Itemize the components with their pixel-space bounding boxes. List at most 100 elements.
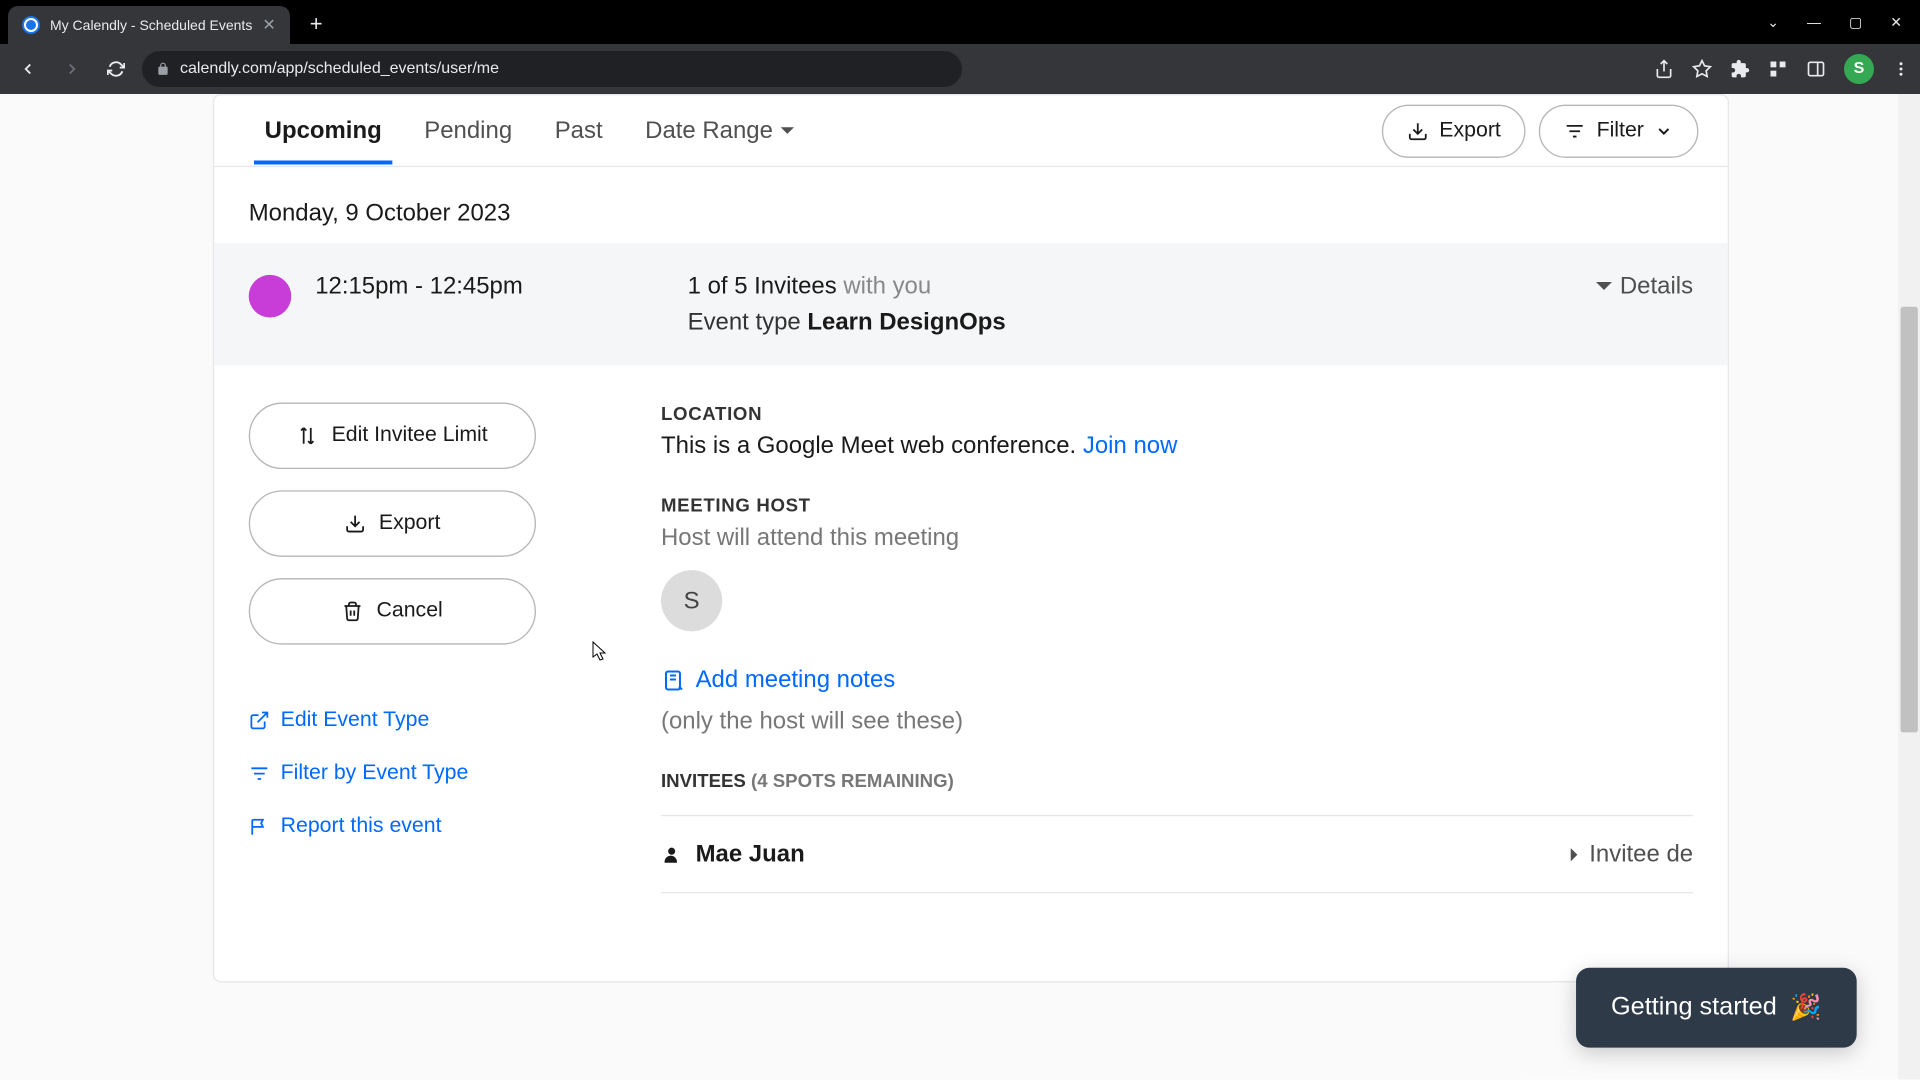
actions-column: Edit Invitee Limit Export Cancel Edit Ev… [249, 403, 661, 928]
export-icon [344, 513, 365, 534]
arrows-vertical-icon [297, 425, 318, 446]
add-notes-link[interactable]: Add meeting notes [661, 666, 1693, 694]
export-label: Export [1439, 119, 1501, 143]
edit-invitee-limit-button[interactable]: Edit Invitee Limit [249, 403, 536, 470]
invitees-heading: INVITEES (4 SPOTS REMAINING) [661, 770, 1693, 791]
caret-right-icon [1568, 847, 1581, 860]
extension-icon[interactable] [1730, 59, 1750, 79]
maximize-icon[interactable]: ▢ [1849, 14, 1862, 31]
status-tabs: Upcoming Pending Past Date Range Export … [214, 95, 1728, 167]
add-notes-label: Add meeting notes [696, 666, 896, 694]
getting-started-label: Getting started [1611, 994, 1777, 1023]
export-event-button[interactable]: Export [249, 490, 536, 557]
event-type-label: Event type [688, 308, 801, 335]
chevron-down-icon [1655, 121, 1674, 140]
scrollbar-thumb[interactable] [1900, 307, 1917, 733]
getting-started-widget[interactable]: Getting started 🎉 [1576, 968, 1856, 1048]
event-color-dot [249, 275, 292, 318]
caret-down-icon [1596, 278, 1612, 294]
side-panel-icon[interactable] [1806, 59, 1826, 79]
menu-icon[interactable] [1892, 60, 1910, 78]
window-controls: ⌄ — ▢ ✕ [1767, 14, 1920, 31]
new-tab-button[interactable]: + [310, 11, 323, 37]
join-now-link[interactable]: Join now [1083, 432, 1177, 459]
spots-remaining: (4 SPOTS REMAINING) [751, 770, 954, 791]
host-heading: MEETING HOST [661, 494, 1693, 515]
notes-hint: (only the host will see these) [661, 707, 1693, 735]
star-icon[interactable] [1692, 59, 1712, 79]
event-type-line: Event type Learn DesignOps [688, 308, 1596, 336]
note-icon [661, 668, 685, 692]
tab-pending[interactable]: Pending [403, 98, 533, 163]
export-event-label: Export [379, 512, 441, 536]
location-desc: This is a Google Meet web conference. [661, 432, 1076, 459]
edit-event-type-link[interactable]: Edit Event Type [249, 708, 661, 732]
details-label: Details [1620, 272, 1693, 300]
close-icon[interactable]: ✕ [1890, 14, 1902, 31]
details-column: LOCATION This is a Google Meet web confe… [661, 403, 1693, 928]
edit-event-type-label: Edit Event Type [281, 708, 430, 732]
tab-upcoming[interactable]: Upcoming [243, 98, 403, 163]
event-details-body: Edit Invitee Limit Export Cancel Edit Ev… [214, 365, 1728, 981]
filter-button[interactable]: Filter [1539, 104, 1698, 157]
tab-title: My Calendly - Scheduled Events [50, 17, 252, 33]
extensions-icon[interactable] [1768, 59, 1788, 79]
party-popper-icon: 🎉 [1790, 992, 1821, 1024]
date-range-label: Date Range [645, 117, 773, 145]
person-icon [661, 843, 682, 864]
profile-avatar[interactable]: S [1844, 54, 1874, 84]
event-summary[interactable]: 12:15pm - 12:45pm 1 of 5 Invitees with y… [214, 243, 1728, 365]
invitee-name-text: Mae Juan [696, 840, 805, 868]
filter-by-type-label: Filter by Event Type [281, 762, 469, 786]
back-button[interactable] [10, 51, 46, 87]
vertical-scrollbar[interactable] [1897, 94, 1920, 1080]
page-viewport: Upcoming Pending Past Date Range Export … [0, 94, 1920, 1080]
location-text: This is a Google Meet web conference. Jo… [661, 432, 1693, 460]
notes-section: Add meeting notes (only the host will se… [661, 666, 1693, 735]
filter-icon [249, 763, 270, 784]
share-icon[interactable] [1654, 59, 1674, 79]
forward-button[interactable] [54, 51, 90, 87]
invitee-name: Mae Juan [661, 840, 805, 868]
tab-dropdown-icon[interactable]: ⌄ [1767, 14, 1779, 31]
filter-label: Filter [1597, 119, 1644, 143]
lock-icon [156, 62, 170, 76]
details-toggle[interactable]: Details [1596, 272, 1693, 300]
export-button[interactable]: Export [1382, 104, 1526, 157]
tab-past[interactable]: Past [533, 98, 623, 163]
filter-by-event-type-link[interactable]: Filter by Event Type [249, 762, 661, 786]
export-icon [1407, 120, 1428, 141]
invitee-details-label: Invitee de [1589, 840, 1693, 868]
browser-tab[interactable]: My Calendly - Scheduled Events ✕ [8, 6, 290, 44]
reload-button[interactable] [98, 51, 134, 87]
report-label: Report this event [281, 815, 442, 839]
scheduled-events-panel: Upcoming Pending Past Date Range Export … [213, 94, 1729, 982]
invitees-section: INVITEES (4 SPOTS REMAINING) Mae Juan [661, 770, 1693, 894]
invitee-summary: 1 of 5 Invitees with you [688, 272, 1596, 300]
event-type-name: Learn DesignOps [807, 308, 1005, 335]
report-event-link[interactable]: Report this event [249, 815, 661, 839]
cancel-event-button[interactable]: Cancel [249, 578, 536, 645]
trash-icon [342, 601, 363, 622]
caret-down-icon [781, 124, 794, 137]
title-bar: My Calendly - Scheduled Events ✕ + ⌄ — ▢… [0, 0, 1920, 44]
divider [661, 815, 1693, 816]
invitee-details-toggle[interactable]: Invitee de [1568, 840, 1693, 868]
cancel-label: Cancel [377, 599, 443, 623]
location-heading: LOCATION [661, 403, 1693, 424]
url-field[interactable]: calendly.com/app/scheduled_events/user/m… [142, 51, 962, 87]
host-attend-text: Host will attend this meeting [661, 524, 1693, 552]
edit-limit-label: Edit Invitee Limit [332, 424, 488, 448]
url-text: calendly.com/app/scheduled_events/user/m… [180, 60, 499, 78]
host-avatar: S [661, 570, 722, 631]
invitee-count: 1 of 5 Invitees [688, 272, 837, 299]
close-tab-icon[interactable]: ✕ [262, 15, 275, 35]
external-link-icon [249, 710, 270, 731]
location-section: LOCATION This is a Google Meet web confe… [661, 403, 1693, 460]
minimize-icon[interactable]: — [1807, 14, 1821, 31]
date-group-header: Monday, 9 October 2023 [214, 167, 1728, 243]
event-time: 12:15pm - 12:45pm [315, 272, 687, 300]
tab-date-range[interactable]: Date Range [624, 98, 816, 163]
with-you: with you [843, 272, 931, 299]
invitee-row: Mae Juan Invitee de [661, 840, 1693, 868]
